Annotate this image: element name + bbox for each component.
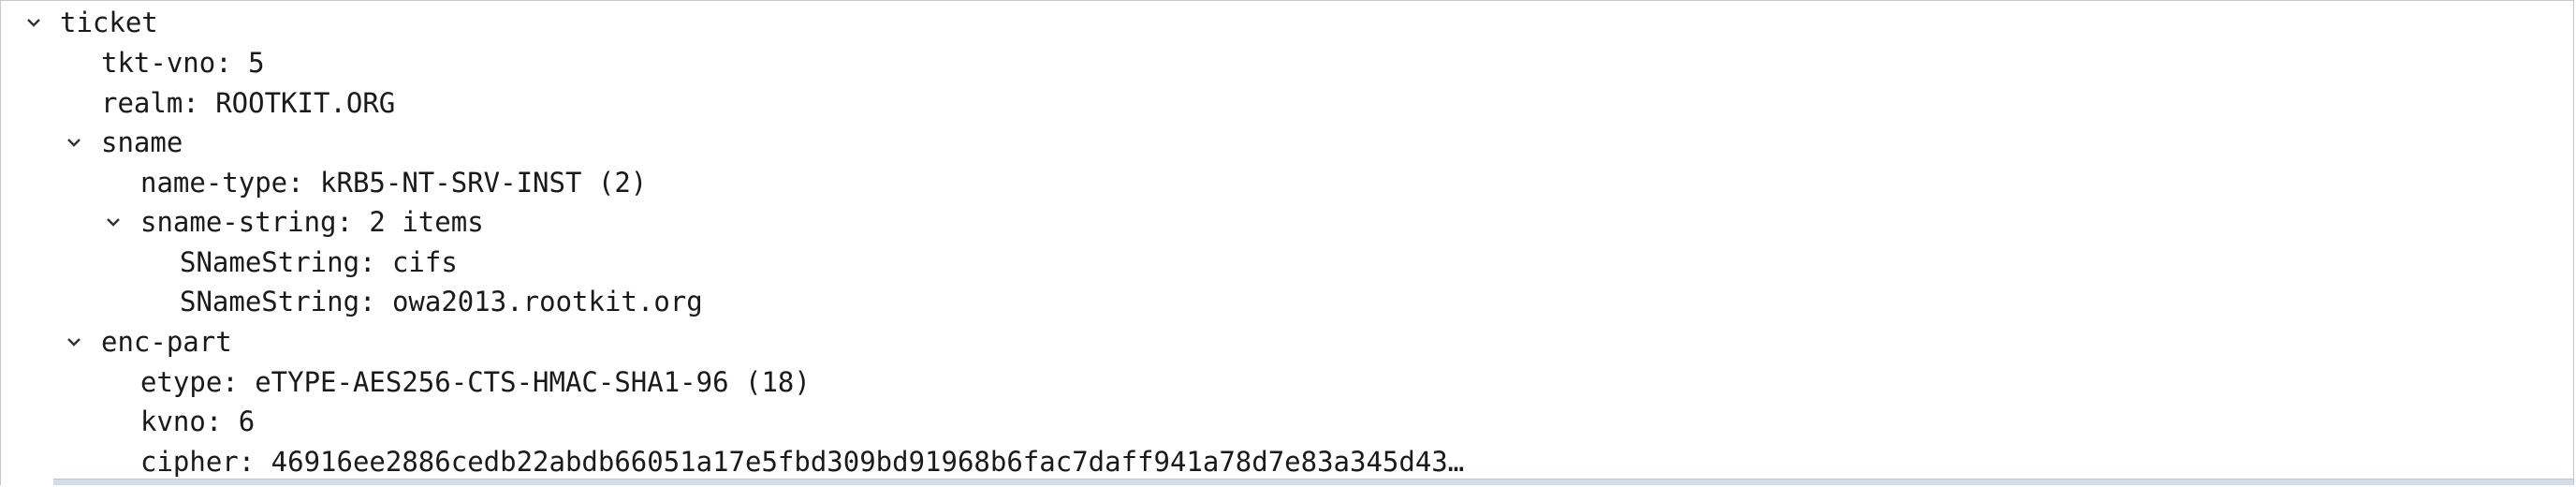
tree-node-label: sname <box>101 126 183 158</box>
tree-node-label: SNameString: owa2013.rootkit.org <box>180 286 703 317</box>
chevron-down-icon[interactable] <box>66 135 81 150</box>
tree-node-label: ticket <box>60 7 158 38</box>
tree-node-label: kvno: 6 <box>140 406 256 437</box>
tree-node-label: tkt-vno: 5 <box>101 47 265 79</box>
tree-node-label: etype: eTYPE-AES256-CTS-HMAC-SHA1-96 (18… <box>140 366 811 398</box>
tree-node-label: name-type: kRB5-NT-SRV-INST (2) <box>140 167 648 199</box>
chevron-down-icon[interactable] <box>26 15 41 30</box>
tree-node-label: realm: ROOTKIT.ORG <box>101 87 396 119</box>
horizontal-scrollbar[interactable] <box>53 479 2573 485</box>
tree-node-label: cipher: 46916ee2886cedb22abdb66051a17e5f… <box>140 446 1465 478</box>
tree-node-label: SNameString: cifs <box>180 246 458 278</box>
packet-details-pane: ticket tkt-vno: 5 realm: ROOTKIT.ORG sna… <box>0 0 2574 485</box>
tree-node-label: enc-part <box>101 326 232 358</box>
tree-node-label: sname-string: 2 items <box>140 206 484 238</box>
chevron-down-icon[interactable] <box>106 214 121 229</box>
chevron-down-icon[interactable] <box>66 334 81 349</box>
